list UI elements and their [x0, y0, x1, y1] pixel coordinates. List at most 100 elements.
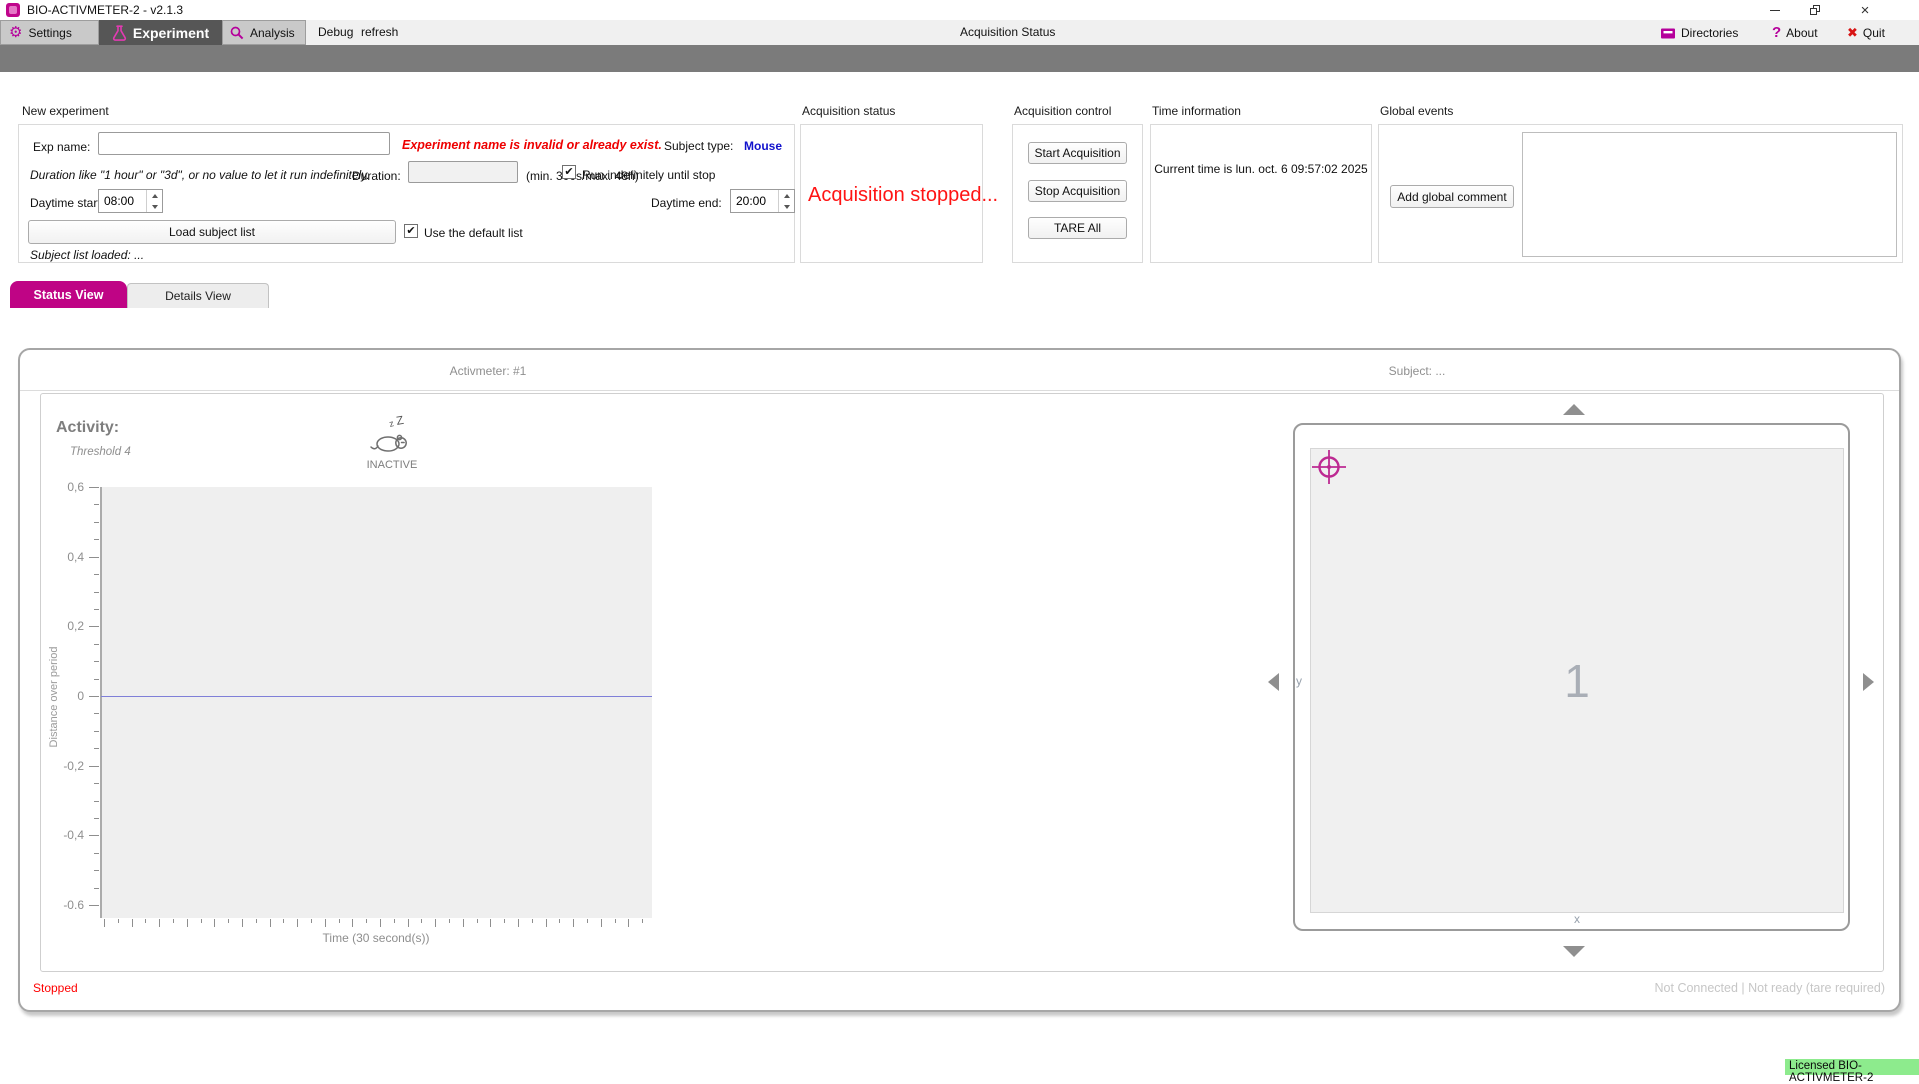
y-tick-label: 0,4 [36, 550, 84, 564]
threshold-label: Threshold 4 [70, 446, 131, 458]
run-indefinitely-label: Run indefinitely until stop [582, 168, 715, 182]
current-time-text: Current time is lun. oct. 6 09:57:02 202… [1152, 162, 1370, 176]
menu-item-debug[interactable]: Debug [318, 20, 353, 45]
svg-text:z: z [388, 418, 395, 429]
toolbar-directories[interactable]: Directories [1660, 20, 1738, 45]
menu-item-refresh[interactable]: refresh [361, 20, 398, 45]
board-divider [20, 390, 1899, 391]
tab-settings[interactable]: ⚙ Settings [0, 20, 99, 45]
app-icon [6, 3, 20, 17]
toolbar-directories-label: Directories [1681, 26, 1738, 40]
time-information-title: Time information [1152, 104, 1241, 118]
chart-y-ticks [87, 487, 99, 906]
tab-analysis-label: Analysis [250, 26, 295, 40]
chart-x-axis-label: Time (30 second(s)) [100, 931, 652, 945]
daytime-start-label: Daytime start: [30, 196, 104, 210]
daytime-end-up-icon[interactable] [779, 190, 794, 201]
tare-all-button[interactable]: TARE All [1028, 217, 1127, 239]
subject-list-loaded-text: Subject list loaded: ... [30, 248, 144, 262]
acquisition-status-title: Acquisition status [802, 104, 895, 118]
stop-acquisition-button[interactable]: Stop Acquisition [1028, 180, 1127, 202]
quit-x-icon: ✖ [1847, 25, 1858, 41]
daytime-end-spinner[interactable]: 20:00 [730, 189, 795, 213]
minimize-button[interactable] [1755, 0, 1795, 20]
scroll-left-button[interactable] [1268, 673, 1279, 691]
exp-name-label: Exp name: [33, 140, 90, 154]
time-information-groupbox [1150, 124, 1372, 263]
daytime-end-value: 20:00 [731, 190, 778, 212]
chart-series-line [101, 696, 652, 697]
magnifier-icon [230, 26, 244, 40]
drawer-icon [1660, 26, 1676, 40]
toolbar-about-label: About [1786, 26, 1817, 40]
tab-status-view[interactable]: Status View [10, 281, 127, 308]
use-default-list-label: Use the default list [424, 226, 523, 240]
chart-plot-area [100, 487, 652, 918]
daytime-end-label: Daytime end: [651, 196, 722, 210]
flask-icon [112, 25, 127, 41]
scroll-up-button[interactable] [1563, 404, 1585, 415]
toolbar-band [0, 45, 1919, 72]
duration-label: Duration: [352, 169, 401, 183]
global-events-list[interactable] [1522, 132, 1897, 257]
y-tick-label: -0,2 [36, 759, 84, 773]
subject-type-value: Mouse [744, 139, 782, 153]
daytime-start-up-icon[interactable] [147, 190, 162, 201]
close-button[interactable]: × [1845, 0, 1885, 20]
run-indefinitely-checkbox[interactable] [562, 165, 576, 179]
activmeter-label: Activmeter: #1 [388, 364, 588, 378]
exp-name-input[interactable] [98, 132, 390, 155]
scroll-down-button[interactable] [1563, 946, 1585, 957]
tab-analysis[interactable]: Analysis [222, 20, 306, 45]
toolbar-about[interactable]: ? About [1772, 20, 1818, 45]
window-title: BIO-ACTIVMETER-2 - v2.1.3 [27, 3, 183, 17]
not-connected-text: Not Connected [1655, 981, 1738, 995]
maximize-button[interactable] [1795, 0, 1835, 20]
duration-input[interactable] [408, 161, 518, 183]
position-y-axis-letter: y [1296, 674, 1302, 688]
y-tick-label: -0,4 [36, 828, 84, 842]
load-subject-list-button[interactable]: Load subject list [28, 220, 396, 244]
tab-details-view[interactable]: Details View [127, 283, 269, 308]
license-badge: Licensed BIO-ACTIVMETER-2 [1785, 1059, 1919, 1075]
menu-bar: ⚙ Settings Experiment Analysis Debug ref… [0, 20, 1919, 45]
acquisition-control-title: Acquisition control [1014, 104, 1111, 118]
connection-status-text: Not Connected | Not ready (tare required… [1400, 981, 1885, 995]
global-events-title: Global events [1380, 104, 1453, 118]
y-tick-label: 0,6 [36, 480, 84, 494]
use-default-list-checkbox[interactable] [404, 224, 418, 238]
status-stopped-text: Stopped [33, 981, 78, 995]
duration-hint: Duration like "1 hour" or "3d", or no va… [30, 168, 370, 182]
y-tick-label: 0 [36, 689, 84, 703]
title-bar: BIO-ACTIVMETER-2 - v2.1.3 × [0, 0, 1919, 20]
sleeping-mouse-icon: z Z [368, 414, 414, 456]
add-global-comment-button[interactable]: Add global comment [1390, 185, 1514, 208]
acquisition-stopped-message: Acquisition stopped... [808, 184, 998, 207]
status-separator: | [1741, 981, 1744, 995]
tab-experiment-label: Experiment [133, 25, 209, 41]
subject-label: Subject: ... [1317, 364, 1517, 378]
inactive-label: INACTIVE [358, 459, 426, 471]
daytime-start-spinner[interactable]: 08:00 [98, 189, 163, 213]
scroll-right-button[interactable] [1863, 673, 1874, 691]
y-tick-label: 0,2 [36, 619, 84, 633]
question-icon: ? [1772, 24, 1781, 41]
toolbar-quit[interactable]: ✖ Quit [1847, 20, 1885, 45]
tab-experiment[interactable]: Experiment [99, 20, 222, 45]
start-acquisition-button[interactable]: Start Acquisition [1028, 142, 1127, 164]
activity-title: Activity: [56, 419, 119, 437]
gear-icon: ⚙ [9, 25, 22, 40]
chart-x-ticks [100, 919, 652, 928]
position-x-axis-letter: x [1310, 912, 1844, 926]
not-ready-text: Not ready (tare required) [1748, 981, 1885, 995]
daytime-end-down-icon[interactable] [779, 201, 794, 212]
y-tick-label: -0.6 [36, 898, 84, 912]
svg-text:Z: Z [395, 414, 405, 428]
restore-icon [1810, 5, 1821, 16]
new-experiment-title: New experiment [22, 104, 109, 118]
acquisition-status-menu-label: Acquisition Status [960, 20, 1055, 45]
cell-number: 1 [1310, 654, 1844, 708]
daytime-start-value: 08:00 [99, 190, 146, 212]
daytime-start-down-icon[interactable] [147, 201, 162, 212]
toolbar-quit-label: Quit [1863, 26, 1885, 40]
